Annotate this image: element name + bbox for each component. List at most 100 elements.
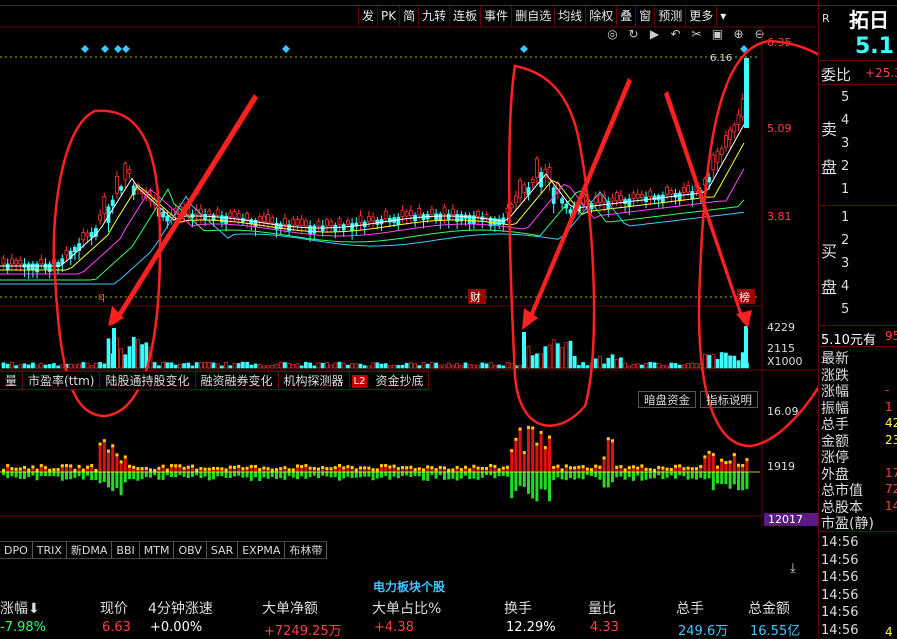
flow-bar-in-top [468, 468, 472, 472]
indicator-tab-0[interactable]: 量 [0, 372, 24, 390]
indicator-tab-2[interactable]: 陆股通持股变化 [100, 372, 196, 390]
technical-tab-6[interactable]: SAR [207, 542, 239, 559]
flow-bar-out [522, 472, 526, 487]
table-header-7[interactable]: 总手 [676, 598, 704, 618]
flow-bar-out [455, 472, 459, 481]
toolbar-item-8[interactable]: 除权 [585, 6, 617, 26]
volume-bar [682, 364, 686, 369]
toolbar-item-3[interactable]: 九转 [418, 6, 450, 26]
candle [514, 195, 518, 204]
toolbar-item-2[interactable]: 简 [399, 6, 419, 26]
volume-bar [665, 365, 669, 369]
table-header-6[interactable]: 量比 [588, 598, 616, 618]
toolbar-item-0[interactable]: 发 [358, 6, 378, 26]
candle [686, 185, 690, 193]
volume-bar [493, 365, 497, 369]
toolbar-item-11[interactable]: 预测 [654, 6, 686, 26]
stat-value-8: 72 [885, 482, 897, 496]
indicator-tab-3[interactable]: 融资融券变化 [196, 372, 279, 390]
volume-bar [81, 361, 86, 369]
technical-tab-3[interactable]: BBI [112, 542, 140, 559]
volume-bar [556, 343, 560, 369]
technical-tab-7[interactable]: EXPMA [238, 542, 286, 559]
flow-bar-out [682, 472, 686, 477]
indicator-tab-1[interactable]: 市盈率(ttm) [23, 372, 101, 390]
signal-diamond[interactable] [282, 45, 290, 53]
signal-diamond[interactable] [520, 45, 528, 53]
candle [371, 216, 376, 222]
indicator-tab-4[interactable]: 机构探测器 [279, 372, 350, 390]
flow-bar-out [501, 472, 505, 476]
signal-diamond[interactable] [122, 45, 130, 53]
volume-bar [547, 344, 552, 369]
table-header-3[interactable]: 大单净额 [262, 598, 318, 618]
flow-bar-out [464, 472, 467, 476]
indicator-help-button[interactable]: 指标说明 [700, 391, 758, 408]
table-header-2[interactable]: 4分钟涨速 [148, 598, 213, 618]
flow-bar-in-top [682, 467, 686, 471]
volume-bar [52, 363, 56, 369]
flow-bar-in [98, 442, 102, 472]
dark-pool-button[interactable]: 暗盘资金 [638, 391, 696, 408]
technical-tab-2[interactable]: 新DMA [67, 542, 113, 559]
candle [215, 209, 220, 216]
toolbar-item-9[interactable]: 叠 [616, 6, 636, 26]
volume-bar [606, 357, 611, 369]
technical-tab-1[interactable]: TRIX [33, 542, 67, 559]
toolbar-dropdown-icon[interactable]: ▾ [716, 6, 730, 26]
toolbar-item-12[interactable]: 更多 [685, 6, 717, 26]
candle [350, 223, 355, 231]
technical-tab-0[interactable]: DPO [0, 542, 33, 559]
flow-bar-in-top [556, 464, 560, 468]
flow-bar-in-top [510, 449, 514, 453]
candle [110, 199, 115, 206]
signal-diamond[interactable] [114, 45, 122, 53]
indicator-tab-6[interactable]: 资金抄底 [370, 372, 430, 390]
toolbar-item-5[interactable]: 事件 [480, 6, 512, 26]
table-header-0[interactable]: 涨幅⬇ [0, 598, 40, 618]
technical-tab-8[interactable]: 布林带 [285, 542, 328, 559]
tick-value-5: 4 [885, 624, 893, 639]
flow-bar-out [438, 472, 442, 476]
flow-bar-in-top [392, 464, 396, 468]
flow-bar-in-top [590, 468, 593, 472]
flow-bar-in-top [371, 468, 375, 472]
bang-mark[interactable]: 榜 [739, 290, 750, 304]
toolbar-item-10[interactable]: 窗 [635, 6, 655, 26]
flow-bar-in-top [69, 464, 73, 468]
toolbar-item-7[interactable]: 均线 [554, 6, 586, 26]
table-header-5[interactable]: 换手 [504, 598, 532, 618]
technical-tab-5[interactable]: OBV [174, 542, 207, 559]
toolbar-item-6[interactable]: 删自选 [511, 6, 555, 26]
flow-bar-in-top [644, 467, 648, 471]
technical-tab-4[interactable]: MTM [140, 542, 175, 559]
volume-bar [304, 361, 308, 369]
volume-bar [85, 362, 90, 369]
volume-bar [677, 364, 682, 369]
candle [619, 195, 623, 201]
table-header-8[interactable]: 总金额 [748, 598, 790, 618]
flow-bar-out [220, 472, 224, 477]
toolbar-item-1[interactable]: PK [377, 6, 400, 26]
download-icon[interactable]: ⤓ [790, 561, 796, 576]
volume-bar [736, 360, 741, 369]
candle [732, 124, 737, 133]
candle [610, 197, 615, 202]
volume-bar [375, 362, 380, 369]
event-mark-q[interactable]: q [98, 290, 105, 303]
toolbar-item-4[interactable]: 连板 [449, 6, 481, 26]
table-header-4[interactable]: 大单占比% [372, 598, 441, 618]
signal-diamond[interactable] [101, 45, 109, 53]
volume-bar [484, 363, 489, 369]
flow-bar-in-top [333, 466, 337, 470]
candle [329, 221, 334, 226]
ma-line-2 [0, 168, 745, 275]
kline-chart[interactable]: 6.355.093.816.1642292115X100016.09191912… [0, 26, 818, 526]
flow-bar-in-top [636, 466, 640, 470]
finance-mark[interactable]: 财 [470, 290, 481, 304]
table-header-1[interactable]: 现价 [100, 598, 128, 618]
signal-diamond[interactable] [81, 45, 89, 53]
flow-bar-in-top [52, 468, 56, 472]
indicator-tab-5[interactable]: L2 [351, 375, 369, 388]
flow-bar-in-top [548, 435, 551, 439]
